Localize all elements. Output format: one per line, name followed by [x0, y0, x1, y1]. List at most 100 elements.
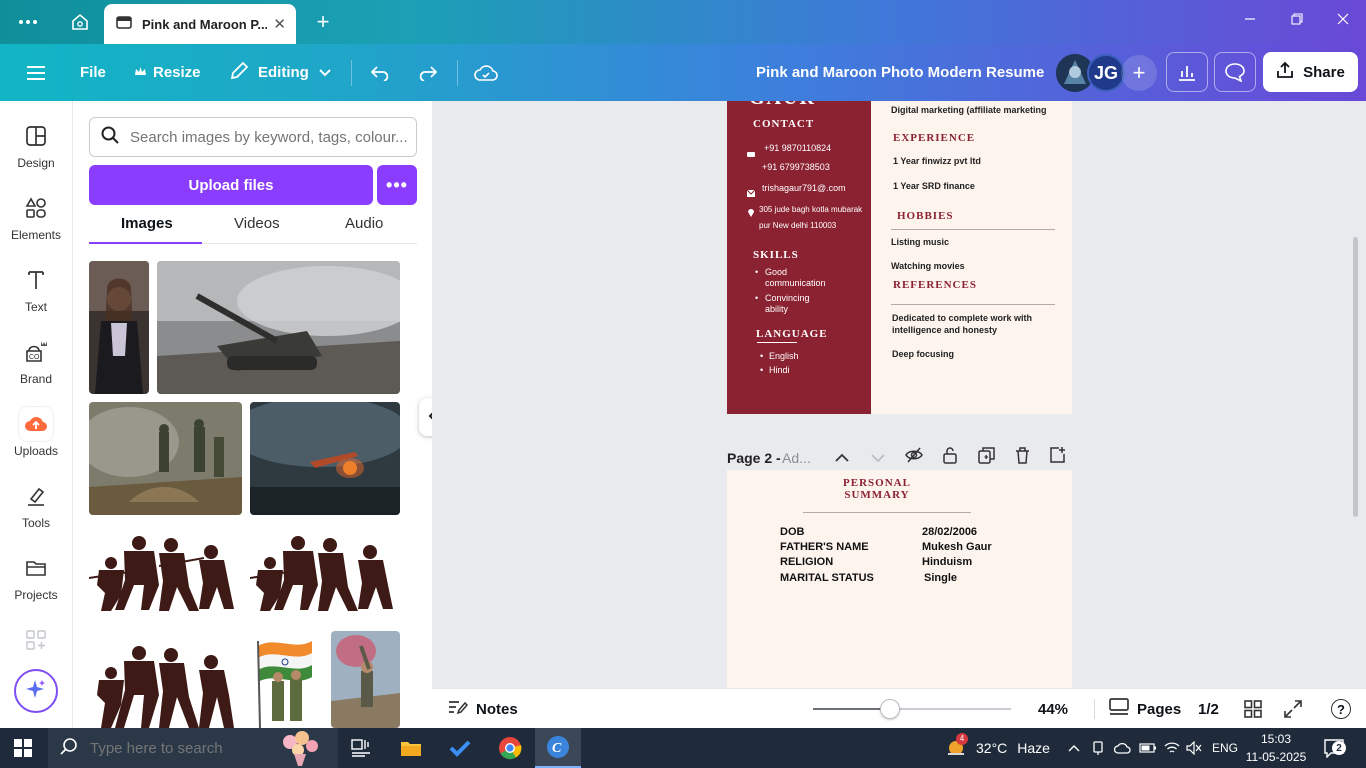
file-menu-button[interactable]: File — [80, 44, 106, 101]
canva-taskbar-icon[interactable]: C — [535, 728, 581, 768]
upload-thumbnail[interactable] — [250, 525, 400, 621]
header-divider — [351, 60, 352, 86]
hobbies-divider — [891, 229, 1055, 230]
resume-page-1[interactable]: GAUR CONTACT +91 9870110824 +91 67997385… — [727, 101, 1072, 414]
pages-button[interactable]: Pages — [1109, 689, 1181, 729]
resume-page-2[interactable]: PERSONAL SUMMARY DOB 28/02/2006 FATHER'S… — [727, 470, 1072, 688]
page-2-toolbar: Page 2 - Ad... — [727, 444, 1072, 472]
notification-center-icon[interactable]: 2 — [1323, 728, 1346, 768]
todo-app-icon[interactable] — [437, 728, 483, 768]
minimize-icon[interactable] — [1244, 12, 1256, 29]
resize-button[interactable]: Resize — [134, 44, 201, 101]
browser-tab-active[interactable]: Pink and Maroon P... ✕ — [104, 4, 296, 44]
upload-thumbnail[interactable] — [89, 631, 242, 728]
restore-icon[interactable] — [1291, 12, 1303, 29]
zoom-slider-fill — [813, 708, 890, 710]
cloud-saved-icon[interactable] — [474, 44, 498, 101]
hamburger-menu-icon[interactable] — [26, 44, 46, 101]
undo-button[interactable] — [370, 44, 392, 101]
skill-bullet: • — [755, 293, 759, 303]
avatar-initials[interactable]: JG — [1087, 54, 1125, 92]
search-input[interactable] — [130, 128, 410, 146]
status-divider — [1094, 699, 1095, 719]
zoom-percentage[interactable]: 44% — [1038, 689, 1068, 729]
notes-button[interactable]: Notes — [448, 689, 518, 729]
document-title[interactable]: Pink and Maroon Photo Modern Resume — [756, 64, 1044, 81]
upload-thumbnail[interactable] — [89, 402, 242, 515]
rail-item-tools[interactable]: Tools — [0, 483, 72, 545]
home-icon[interactable] — [68, 10, 92, 34]
upload-thumbnail[interactable] — [331, 631, 400, 728]
weather-widget[interactable]: 4 32°C Haze — [944, 728, 1050, 768]
windows-start-icon[interactable] — [0, 728, 46, 768]
rail-item-uploads[interactable]: Uploads — [0, 407, 72, 473]
file-explorer-icon[interactable] — [388, 728, 434, 768]
add-collaborator-icon[interactable]: + — [1121, 55, 1157, 91]
canva-tab-icon — [116, 14, 132, 35]
tab-close-icon[interactable]: ✕ — [273, 15, 286, 33]
rail-item-brand[interactable]: CO Brand — [0, 339, 72, 401]
chevron-up-icon[interactable] — [835, 450, 849, 468]
lang-bullet: • — [760, 351, 764, 361]
zoom-slider-handle[interactable] — [880, 699, 900, 719]
chrome-icon[interactable] — [487, 728, 533, 768]
chevron-down-icon[interactable] — [871, 450, 885, 468]
editing-mode-dropdown[interactable]: Editing — [229, 44, 331, 101]
help-button[interactable]: ? — [1331, 689, 1351, 729]
new-tab-button[interactable]: + — [311, 9, 335, 34]
taskbar-clock[interactable]: 15:03 11-05-2025 — [1244, 730, 1308, 766]
volume-muted-icon[interactable] — [1186, 728, 1202, 768]
taskbar-search-box[interactable] — [48, 728, 338, 768]
network-adapter-icon[interactable] — [1091, 728, 1105, 768]
fullscreen-icon[interactable] — [1284, 689, 1302, 729]
tab-videos[interactable]: Videos — [234, 215, 280, 232]
rail-item-design[interactable]: Design — [0, 123, 72, 185]
rail-item-elements[interactable]: Elements — [0, 195, 72, 257]
references-heading: REFERENCES — [893, 279, 977, 291]
tab-audio[interactable]: Audio — [345, 215, 383, 232]
skill-1b: communication — [765, 278, 826, 288]
close-window-icon[interactable] — [1337, 12, 1349, 29]
summary-value: Single — [924, 572, 958, 584]
redo-button[interactable] — [416, 44, 438, 101]
canvas-scrollbar[interactable] — [1353, 237, 1358, 517]
tab-images[interactable]: Images — [121, 215, 173, 232]
summary-label: DOB — [780, 526, 805, 538]
upload-thumbnail[interactable] — [89, 261, 149, 394]
rail-item-projects[interactable]: Projects — [0, 555, 72, 617]
weather-desc: Haze — [1017, 740, 1050, 756]
upload-thumbnail[interactable] — [250, 631, 322, 728]
add-page-icon[interactable] — [1049, 446, 1066, 468]
duplicate-page-icon[interactable] — [978, 447, 995, 469]
lock-icon[interactable] — [943, 446, 957, 469]
more-options-button[interactable]: ••• — [377, 165, 417, 205]
insights-chart-icon[interactable] — [1166, 52, 1208, 92]
hide-page-icon[interactable] — [905, 447, 923, 468]
share-button[interactable]: Share — [1263, 52, 1358, 92]
upload-thumbnail[interactable] — [89, 525, 242, 621]
reference-1b: intelligence and honesty — [892, 325, 998, 335]
onedrive-icon[interactable] — [1114, 728, 1132, 768]
taskbar-search-input[interactable] — [90, 739, 290, 757]
battery-icon[interactable] — [1139, 728, 1157, 768]
page-title-input[interactable]: Ad... — [782, 450, 811, 466]
grid-view-icon[interactable] — [1244, 689, 1262, 729]
comments-icon[interactable] — [1214, 52, 1256, 92]
upload-thumbnail[interactable] — [250, 402, 400, 515]
delete-page-icon[interactable] — [1015, 447, 1030, 469]
task-view-icon[interactable] — [338, 728, 384, 768]
upload-files-button[interactable]: Upload files — [89, 165, 373, 205]
magic-ai-button[interactable] — [14, 669, 58, 713]
browser-menu-icon[interactable] — [16, 10, 40, 34]
upload-thumbnail[interactable] — [157, 261, 400, 394]
clock-date: 11-05-2025 — [1245, 750, 1307, 764]
wifi-icon[interactable] — [1164, 728, 1180, 768]
design-canvas[interactable]: GAUR CONTACT +91 9870110824 +91 67997385… — [432, 101, 1366, 688]
input-language[interactable]: ENG — [1212, 728, 1238, 768]
uploads-panel: Upload files ••• Images Videos Audio — [72, 101, 499, 728]
browser-tab-strip: Pink and Maroon P... ✕ + — [0, 0, 1366, 44]
rail-item-text[interactable]: Text — [0, 267, 72, 329]
apps-grid-icon[interactable] — [26, 630, 46, 655]
show-hidden-icons[interactable] — [1068, 728, 1080, 768]
search-box[interactable] — [89, 117, 417, 157]
